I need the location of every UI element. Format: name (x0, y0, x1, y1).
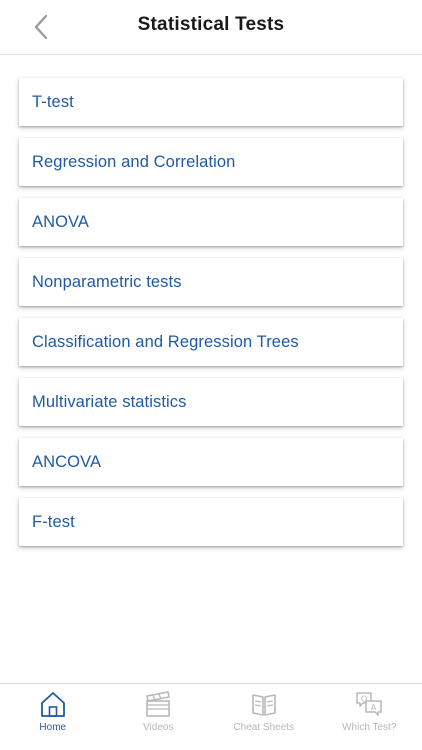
page-title: Statistical Tests (137, 14, 285, 35)
tab-bar: Home Videos Cheat Sheets Q A Which Test? (0, 683, 422, 750)
list-item-label: F-test (32, 512, 75, 531)
tab-cheat-sheets[interactable]: Cheat Sheets (211, 684, 317, 750)
test-list: T-test Regression and Correlation ANOVA … (19, 78, 403, 558)
tab-label: Which Test? (342, 722, 397, 733)
list-item-classification-regression-trees[interactable]: Classification and Regression Trees (19, 318, 403, 366)
list-item-ancova[interactable]: ANCOVA (19, 438, 403, 486)
tab-label: Cheat Sheets (233, 722, 295, 733)
list-item-multivariate-statistics[interactable]: Multivariate statistics (19, 378, 403, 426)
list-item-label: Multivariate statistics (32, 392, 187, 411)
list-item-label: T-test (32, 92, 74, 111)
list-item-label: ANCOVA (32, 452, 102, 471)
header-bar: Statistical Tests (0, 0, 422, 55)
book-icon (249, 689, 279, 719)
list-item-regression-correlation[interactable]: Regression and Correlation (19, 138, 403, 186)
list-item-label: ANOVA (32, 212, 90, 231)
tab-videos[interactable]: Videos (106, 684, 212, 750)
list-item-label: Regression and Correlation (32, 152, 236, 171)
list-item-label: Nonparametric tests (32, 272, 182, 291)
list-item-t-test[interactable]: T-test (19, 78, 403, 126)
question-answer-icon: Q A (354, 689, 384, 719)
tab-which-test[interactable]: Q A Which Test? (317, 684, 422, 750)
tab-label: Home (39, 722, 67, 733)
list-item-anova[interactable]: ANOVA (19, 198, 403, 246)
tab-home[interactable]: Home (0, 684, 106, 750)
tab-label: Videos (143, 722, 174, 733)
list-item-f-test[interactable]: F-test (19, 498, 403, 546)
list-item-label: Classification and Regression Trees (32, 332, 299, 351)
home-icon (38, 689, 68, 719)
list-item-nonparametric-tests[interactable]: Nonparametric tests (19, 258, 403, 306)
svg-text:A: A (371, 703, 377, 712)
clapperboard-icon (143, 689, 173, 719)
